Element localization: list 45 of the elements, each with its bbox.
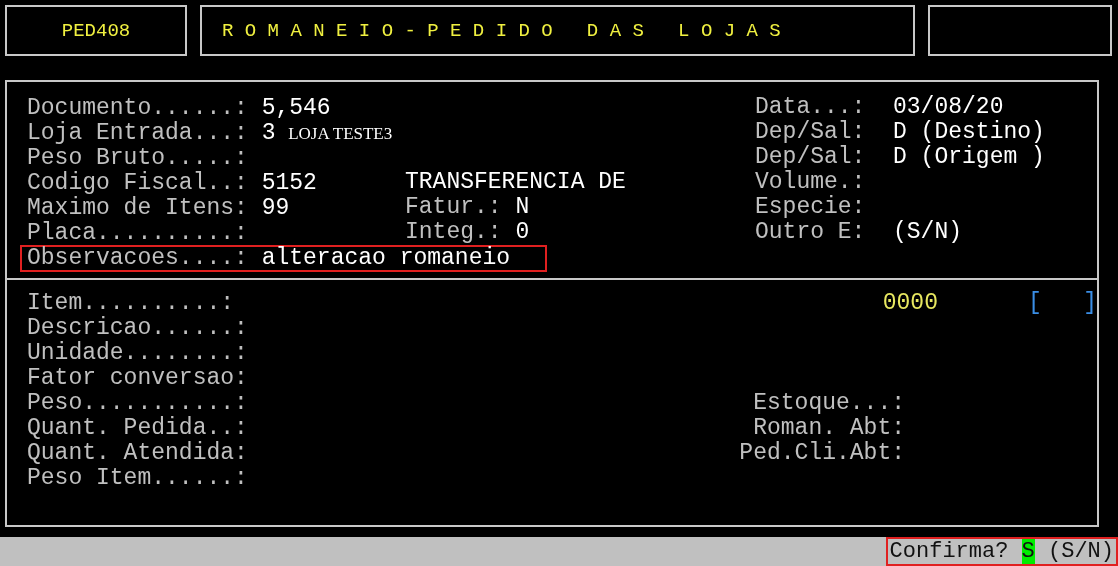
field-label: Integ.: — [405, 219, 502, 245]
field-label: Peso Item......: — [27, 466, 249, 492]
field-label: Outro E: — [755, 219, 866, 245]
field-value: 03/08/20 — [893, 94, 1004, 120]
field-value: 5152 — [261, 171, 317, 196]
field-label: Peso Bruto.....: — [27, 146, 248, 171]
confirm-prompt: Confirma? — [889, 539, 1009, 564]
field-label: Especie: — [755, 194, 866, 220]
field-value: (S/N) — [893, 219, 963, 245]
field-value: D (Origem ) — [893, 144, 1045, 170]
field-label: Observacoes....: — [27, 246, 248, 271]
field-label: Estoque...: — [753, 391, 905, 417]
field-value: N — [515, 194, 530, 220]
item-number: 0000 — [882, 291, 938, 317]
field-label: Volume.: — [755, 169, 866, 195]
field-label: Dep/Sal: — [755, 119, 866, 145]
field-value: 99 — [261, 196, 290, 221]
item-bracket: [ ] — [1028, 291, 1097, 317]
field-label: Quant. Pedida..: — [27, 416, 249, 442]
field-label: Dep/Sal: — [755, 144, 866, 170]
field-label: Documento......: — [27, 96, 248, 121]
field-value: D (Destino) — [893, 119, 1045, 145]
field-label: Data...: — [755, 94, 866, 120]
field-label: Descricao......: — [27, 316, 249, 342]
field-label: Codigo Fiscal..: — [27, 171, 248, 196]
answer-input[interactable]: S — [1021, 539, 1035, 564]
screen-title: R O M A N E I O - P E D I D O D A S L O J A S — [200, 5, 915, 56]
field-value: alteracao romaneio — [261, 246, 511, 271]
field-value: 0 — [515, 219, 530, 245]
field-label: Fator conversao: — [27, 366, 249, 392]
field-label: Item..........: — [27, 291, 235, 317]
field-label: Placa..........: — [27, 221, 248, 246]
field-label: Ped.Cli.Abt: — [739, 441, 905, 467]
program-code: PED408 — [5, 5, 187, 56]
field-label: Maximo de Itens: — [27, 196, 248, 221]
store-name: LOJA TESTE3 — [288, 123, 393, 145]
field-label: Peso...........: — [27, 391, 249, 417]
field-label: Fatur.: — [405, 194, 502, 220]
field-value: TRANSFERENCIA DE — [405, 169, 626, 195]
field-value: 3 — [261, 121, 276, 146]
field-label: Unidade........: — [27, 341, 249, 367]
field-label: Roman. Abt: — [753, 416, 905, 442]
field-label: Loja Entrada...: — [27, 121, 248, 146]
field-value: 5,546 — [261, 96, 331, 121]
answer-options: (S/N) — [1048, 539, 1114, 564]
